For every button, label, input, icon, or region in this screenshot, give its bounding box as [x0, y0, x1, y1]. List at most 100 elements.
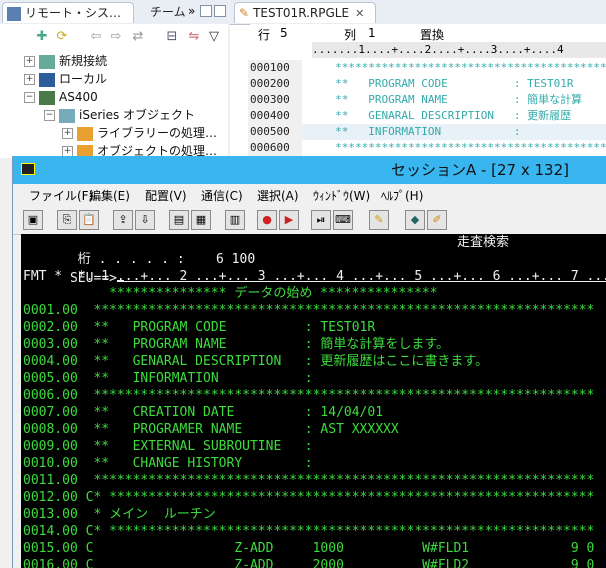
collapse-all-icon[interactable]: ⊟: [164, 29, 180, 45]
copy-icon[interactable]: ⎘: [57, 210, 77, 230]
terminal-line[interactable]: 0005.00 ** INFORMATION :: [23, 370, 313, 387]
play-macro-icon[interactable]: ▶: [279, 210, 299, 230]
expand-icon[interactable]: +: [24, 74, 35, 85]
tab-test01r[interactable]: ✎ TEST01R.RPGLE ✕: [234, 2, 376, 23]
pencil-icon: ✎: [239, 6, 250, 20]
terminal-line[interactable]: 0016.00 C Z-ADD 2000 W#FLD2 9 0: [23, 557, 594, 568]
link-editor-icon[interactable]: ⇋: [186, 29, 202, 45]
keyboard-icon[interactable]: ⌨: [333, 210, 353, 230]
tree-item-as400[interactable]: − AS400: [24, 88, 98, 106]
maximize-button[interactable]: [214, 5, 226, 17]
minimize-button[interactable]: [200, 5, 212, 17]
tree-item-label: iSeries オブジェクト: [79, 108, 196, 122]
view-toolbar: ✚ ⟳ ⇦ ⇨ ⇄ ⊟ ⇋ ▽: [0, 24, 228, 50]
terminal-line[interactable]: 0002.00 ** PROGRAM CODE : TEST01R: [23, 319, 375, 336]
menu-window[interactable]: ｳｨﾝﾄﾞｳ(W): [313, 187, 370, 204]
terminal-line[interactable]: 0014.00 C* *****************************…: [23, 523, 594, 540]
tree-item-libraries[interactable]: + ライブラリーの処理…: [62, 124, 217, 142]
send-icon[interactable]: ⇪: [113, 210, 133, 230]
command-line[interactable]: SEU==>: [23, 251, 606, 286]
screen-icon[interactable]: ▤: [169, 210, 189, 230]
terminal-line[interactable]: 0011.00 ********************************…: [23, 472, 594, 489]
macro-icon[interactable]: ⏯: [311, 210, 331, 230]
tree-item-label: ライブラリーの処理…: [97, 126, 218, 140]
expand-icon[interactable]: +: [62, 128, 73, 139]
remote-systems-tree: + 新規接続 + ローカル − AS400 − iSeries オブジェクト + ライブラ…: [0, 50, 228, 159]
emulator-window: セッションA - [27 x 132] ファイル(F) 編集(E) 配置(V) …: [12, 156, 606, 568]
connection-icon: [39, 54, 55, 69]
editor-source[interactable]: 000100 *********************************…: [248, 60, 606, 156]
terminal-line[interactable]: 0004.00 ** GENARAL DESCRIPTION : 更新履歴はここ…: [23, 353, 488, 370]
tree-item-iseries-objects[interactable]: − iSeries オブジェクト: [44, 106, 195, 124]
source-line[interactable]: 000200 ** PROGRAM CODE : TEST01R: [248, 76, 606, 92]
terminal-line[interactable]: 0001.00 ********************************…: [23, 302, 594, 319]
terminal-line[interactable]: 0003.00 ** PROGRAM NAME : 簡単な計算をします。: [23, 336, 449, 353]
menu-select[interactable]: 選択(A): [257, 187, 299, 204]
source-line-current[interactable]: 000500 ** INFORMATION :: [248, 124, 606, 140]
tree-item-local[interactable]: + ローカル: [24, 70, 107, 88]
remote-systems-icon: [7, 6, 21, 21]
terminal-line[interactable]: 0013.00 * メイン ルーチン: [23, 506, 216, 523]
tab-team[interactable]: チーム: [150, 2, 186, 22]
editor-tab-label: TEST01R.RPGLE: [253, 6, 350, 20]
display-icon[interactable]: ▣: [23, 210, 43, 230]
receive-icon[interactable]: ⇩: [135, 210, 155, 230]
view-menu-icon[interactable]: ▽: [206, 29, 222, 45]
new-connection-icon[interactable]: ✚: [34, 29, 50, 45]
terminal-line[interactable]: 0012.00 C* *****************************…: [23, 489, 594, 506]
tree-item-label: AS400: [59, 90, 98, 104]
menu-edit[interactable]: 編集(E): [89, 187, 130, 204]
computer-icon: [39, 72, 55, 87]
format-ruler: FMT * *. 1 ...+... 2 ...+... 3 ...+... 4…: [23, 269, 606, 284]
emulator-title-bar[interactable]: セッションA - [27 x 132]: [13, 156, 606, 184]
source-text: ** GENARAL DESCRIPTION : 更新履歴: [302, 109, 572, 122]
tree-item-new-connection[interactable]: + 新規接続: [24, 52, 107, 70]
source-text: ** INFORMATION :: [302, 125, 521, 138]
tab-team-label: チーム: [150, 5, 186, 19]
display-setup-icon[interactable]: ▦: [191, 210, 211, 230]
clipboard-icon[interactable]: ✎: [369, 210, 389, 230]
tab-remote-systems[interactable]: リモート・シス…✕: [2, 2, 134, 40]
editor-tab-bar: ✎ TEST01R.RPGLE ✕: [230, 0, 606, 25]
chart-icon[interactable]: ▥: [225, 210, 245, 230]
col-value: 1: [368, 26, 376, 40]
terminal-line[interactable]: 0006.00 ********************************…: [23, 387, 594, 404]
collapse-icon[interactable]: −: [44, 110, 55, 121]
row-value: 5: [280, 26, 288, 40]
paste-icon[interactable]: 📋: [79, 210, 99, 230]
remote-systems-view: リモート・シス…✕ チーム » ✚ ⟳ ⇦ ⇨ ⇄ ⊟ ⇋ ▽ + 新規接続 + ロ…: [0, 0, 228, 159]
sequence-number: 000400: [248, 108, 302, 124]
insert-mode: 置換: [420, 28, 445, 42]
session-icon: [21, 163, 35, 175]
terminal-line[interactable]: 0009.00 ** EXTERNAL SUBROUTINE :: [23, 438, 313, 455]
menu-file[interactable]: ファイル(F): [29, 187, 93, 204]
terminal-line[interactable]: 0008.00 ** PROGRAMER NAME : AST XXXXXX: [23, 421, 399, 438]
source-line[interactable]: 000100 *********************************…: [248, 60, 606, 76]
iseries-objects-icon: [59, 108, 75, 123]
close-icon[interactable]: ✕: [355, 7, 364, 20]
terminal-line[interactable]: 0015.00 C Z-ADD 1000 W#FLD1 9 0: [23, 540, 594, 557]
collapse-icon[interactable]: −: [24, 92, 35, 103]
menu-view[interactable]: 配置(V): [145, 187, 187, 204]
source-line[interactable]: 000300 ** PROGRAM NAME : 簡単な計算: [248, 92, 606, 108]
sequence-number: 000500: [248, 124, 302, 140]
editor-status-line: 行 5 列 1 置換: [250, 24, 606, 42]
terminal-line[interactable]: 0007.00 ** CREATION DATE : 14/04/01: [23, 404, 383, 421]
terminal-line[interactable]: 0010.00 ** CHANGE HISTORY :: [23, 455, 313, 472]
refresh-icon[interactable]: ⟳: [54, 29, 70, 45]
chevron-icon[interactable]: »: [188, 4, 195, 18]
help-icon[interactable]: ✐: [427, 210, 447, 230]
expand-icon[interactable]: +: [24, 56, 35, 67]
menu-communication[interactable]: 通信(C): [201, 187, 243, 204]
settings-icon[interactable]: ◆: [405, 210, 425, 230]
back-icon[interactable]: ⇦: [88, 29, 104, 45]
terminal-screen[interactable]: 桁 . . . . . : 6 100 走査検索 SEU==> FMT * *.…: [21, 234, 606, 568]
source-line[interactable]: 000600 *********************************…: [248, 140, 606, 156]
menu-help[interactable]: ﾍﾙﾌﾟ(H): [381, 187, 423, 204]
source-line[interactable]: 000400 ** GENARAL DESCRIPTION : 更新履歴: [248, 108, 606, 124]
record-icon[interactable]: ●: [257, 210, 277, 230]
terminal-line[interactable]: *************** データの始め ***************: [23, 285, 437, 302]
col-label: 列: [344, 28, 357, 42]
link-icon[interactable]: ⇄: [130, 29, 146, 45]
forward-icon[interactable]: ⇨: [108, 29, 124, 45]
